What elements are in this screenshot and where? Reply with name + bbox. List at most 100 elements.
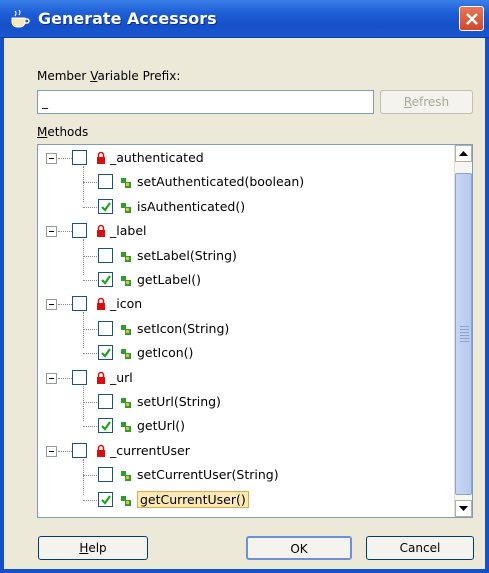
field-row[interactable]: _authenticated (38, 147, 448, 169)
generate-accessors-dialog: Generate Accessors Member Variable Prefi… (0, 0, 489, 573)
collapse-toggle[interactable] (46, 299, 57, 311)
field-checkbox[interactable] (72, 150, 87, 165)
method-checkbox[interactable] (98, 491, 113, 507)
tree-connector (83, 353, 97, 355)
field-name: _icon (110, 296, 143, 312)
prefix-input[interactable] (37, 90, 374, 114)
method-icon (121, 422, 131, 433)
method-name: setIcon(String) (137, 320, 230, 336)
method-row[interactable]: setLabel(String) (38, 245, 448, 267)
method-checkbox[interactable] (98, 272, 113, 287)
scroll-thumb[interactable] (455, 173, 472, 495)
field-icon-wrap (95, 444, 107, 458)
method-icon-wrap (120, 200, 132, 214)
close-button[interactable] (459, 6, 484, 31)
tree-connector (58, 158, 72, 159)
collapse-toggle[interactable] (46, 445, 57, 457)
check-icon (101, 421, 111, 432)
field-name: _url (110, 369, 133, 385)
tree-connector (58, 304, 72, 306)
collapse-toggle[interactable] (46, 153, 57, 164)
field-icon-wrap (95, 224, 107, 238)
scroll-up-button[interactable] (455, 145, 472, 162)
method-row[interactable]: setUrl(String) (38, 391, 448, 413)
method-checkbox[interactable] (98, 467, 113, 483)
tree-connector (83, 402, 97, 403)
method-checkbox[interactable] (98, 345, 113, 361)
method-icon-wrap (120, 346, 132, 360)
dialog-body: Member Variable Prefix: Refresh Methods … (0, 38, 489, 573)
prefix-label: Member Variable Prefix: (37, 69, 181, 83)
method-icon (121, 202, 131, 213)
method-row[interactable]: getLabel() (38, 269, 448, 291)
check-icon (101, 275, 111, 285)
scroll-down-button[interactable] (455, 500, 472, 517)
field-icon-wrap (95, 151, 107, 165)
field-row[interactable]: _url (38, 367, 448, 389)
method-name: setUrl(String) (137, 394, 221, 409)
method-name: setAuthenticated(boolean) (137, 174, 305, 190)
vertical-scrollbar[interactable] (454, 145, 472, 517)
method-icon-wrap (120, 273, 132, 287)
method-row[interactable]: getUrl() (38, 415, 448, 437)
field-checkbox[interactable] (72, 223, 87, 239)
methods-label: Methods (37, 125, 89, 139)
refresh-button[interactable]: Refresh (380, 90, 473, 114)
method-icon (121, 349, 131, 360)
method-icon-wrap (120, 493, 132, 507)
field-icon-wrap (95, 371, 107, 385)
ok-button[interactable]: OK (246, 536, 352, 560)
field-checkbox[interactable] (72, 369, 87, 385)
cancel-button[interactable]: Cancel (366, 536, 474, 560)
method-checkbox[interactable] (98, 320, 113, 336)
tree-connector (83, 206, 97, 208)
tree-connector (83, 280, 97, 281)
check-icon (101, 348, 111, 358)
method-name: isAuthenticated() (137, 198, 246, 214)
method-row[interactable]: isAuthenticated() (38, 196, 448, 218)
method-name: setLabel(String) (137, 247, 237, 263)
field-row[interactable]: _currentUser (38, 440, 448, 462)
field-icon (97, 371, 105, 384)
method-icon-wrap (120, 419, 132, 433)
arrow-down-icon (459, 506, 468, 511)
field-icon-wrap (95, 297, 107, 311)
tree-connector (83, 499, 97, 501)
tree-connector (83, 426, 97, 428)
method-icon-wrap (120, 322, 132, 336)
method-checkbox[interactable] (98, 198, 113, 214)
method-row[interactable]: getCurrentUser() (38, 489, 448, 511)
collapse-toggle[interactable] (46, 372, 57, 384)
coffee-cup-icon (11, 9, 30, 28)
field-checkbox[interactable] (72, 296, 87, 312)
method-row[interactable]: setIcon(String) (38, 318, 448, 340)
title-bar[interactable]: Generate Accessors (0, 0, 489, 38)
field-checkbox[interactable] (72, 442, 87, 458)
tree-connector (58, 377, 72, 379)
method-checkbox[interactable] (98, 174, 113, 190)
field-icon (97, 151, 105, 164)
field-name: _currentUser (110, 442, 190, 458)
collapse-toggle[interactable] (46, 226, 57, 238)
tree-connector (83, 328, 97, 330)
method-checkbox[interactable] (98, 247, 113, 263)
tree-connector (58, 450, 72, 452)
field-name: _label (110, 223, 147, 239)
method-row[interactable]: getIcon() (38, 342, 448, 364)
field-icon (97, 298, 105, 311)
check-icon (101, 494, 111, 505)
field-row[interactable]: _label (38, 220, 448, 242)
help-button[interactable]: Help (38, 536, 148, 560)
method-icon-wrap (120, 468, 132, 482)
field-row[interactable]: _icon (38, 293, 448, 315)
tree-connector (83, 475, 97, 477)
method-checkbox[interactable] (98, 418, 113, 434)
method-icon (121, 495, 131, 506)
field-icon (97, 444, 105, 457)
method-row[interactable]: setCurrentUser(String) (38, 464, 448, 486)
method-checkbox[interactable] (98, 394, 113, 409)
methods-tree[interactable]: _authenticated setAuthenticated(boolean) i… (37, 144, 473, 518)
method-row[interactable]: setAuthenticated(boolean) (38, 171, 448, 193)
tree-connector (83, 255, 97, 257)
close-icon (466, 13, 478, 25)
